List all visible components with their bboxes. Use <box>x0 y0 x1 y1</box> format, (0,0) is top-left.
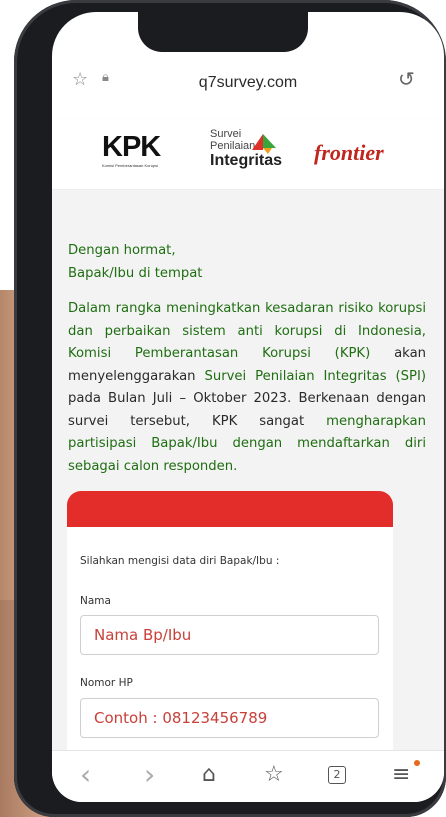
name-label: Nama <box>80 595 111 607</box>
phone-screen: ☆ 🔒︎ q7survey.com ↺ KPK Komisi Pemberant… <box>52 12 444 802</box>
greeting-line1: Dengan hormat, <box>68 243 176 258</box>
phone-input[interactable] <box>80 698 379 738</box>
intro-text-4: pada Bulan Juli – Oktober 2023. <box>68 391 292 406</box>
spi-logo: Survei Penilaian Integritas <box>210 128 282 170</box>
phone-label: Nomor HP <box>80 677 133 689</box>
phone-frame: ☆ 🔒︎ q7survey.com ↺ KPK Komisi Pemberant… <box>14 0 446 817</box>
bookmarks-icon[interactable]: ☆ <box>264 763 284 787</box>
form-instruction: Silahkan mengisi data diri Bapak/Ibu : <box>80 555 280 567</box>
spi-logo-line3: Integritas <box>210 152 283 169</box>
intro-text-3: Survei Penilaian Integritas (SPI) <box>204 368 427 384</box>
browser-toolbar: ‹ › ⌂ ☆ 2 ≡ <box>52 750 444 802</box>
back-icon[interactable]: ‹ <box>80 761 91 789</box>
kpk-logo-subtitle: Komisi Pemberantasan Korupsi <box>102 163 159 168</box>
home-icon[interactable]: ⌂ <box>202 763 216 787</box>
notification-dot <box>414 760 420 766</box>
menu-icon[interactable]: ≡ <box>392 763 410 787</box>
page-content: Dengan hormat, Bapak/Ibu di tempat Dalam… <box>52 190 444 761</box>
tabs-icon[interactable]: 2 <box>328 766 346 784</box>
refresh-icon[interactable]: ↺ <box>398 67 415 91</box>
kpk-logo: KPK Komisi Pemberantasan Korupsi <box>102 131 161 168</box>
logo-header: KPK Komisi Pemberantasan Korupsi Survei … <box>52 120 444 190</box>
frontier-logo: frontier <box>314 140 384 165</box>
greeting-line2: Bapak/Ibu di tempat <box>68 265 203 281</box>
kpk-logo-title: KPK <box>102 131 161 163</box>
intro-text-1: Dalam rangka meningkatkan kesadaran risi… <box>68 301 426 361</box>
registration-form-card: Silahkan mengisi data diri Bapak/Ibu : N… <box>67 491 393 761</box>
forward-icon[interactable]: › <box>144 761 155 789</box>
name-input[interactable] <box>80 615 379 655</box>
greeting: Dengan hormat, Bapak/Ibu di tempat <box>68 240 426 285</box>
spi-mark-icon <box>252 134 276 154</box>
intro-paragraph: Dalam rangka meningkatkan kesadaran risi… <box>68 298 426 478</box>
phone-notch <box>138 12 308 52</box>
address-bar-url[interactable]: q7survey.com <box>52 74 444 92</box>
form-card-header <box>67 491 393 527</box>
